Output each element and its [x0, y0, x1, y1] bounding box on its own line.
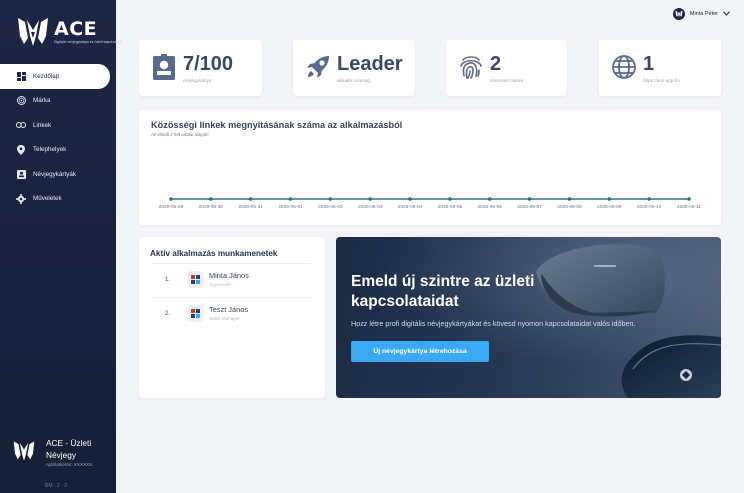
stat-value: 1	[643, 53, 655, 75]
chart-title: Közösségi linkek megnyitásának száma az …	[151, 120, 403, 130]
user-menu[interactable]: Minta Péter	[672, 8, 730, 20]
x-tick-label: 2026-06-11	[677, 204, 702, 210]
sidebar-item-telephelyek[interactable]: Telephelyek	[0, 138, 116, 163]
x-tick-label: 2026-05-31	[238, 204, 263, 210]
map-pin-icon	[16, 144, 26, 155]
stat-value: 2	[490, 53, 502, 75]
stat-label: https://ace-app.hu	[643, 78, 680, 83]
palette-icon	[16, 96, 26, 106]
chart-subtitle: Az elmúlt 2 hét adatai alapján	[151, 132, 209, 137]
x-tick-label: 2026-06-07	[517, 204, 542, 210]
stat-label: aktuális csomag	[337, 78, 370, 83]
globe-icon	[611, 54, 637, 80]
ace-logo-icon	[13, 441, 35, 461]
stat-card-cards[interactable]: 7/100 névjegykártya	[139, 40, 262, 96]
app-logo[interactable]: ACE Digitális névjegykártya és üzleti ka…	[16, 16, 122, 48]
chart-point[interactable]	[209, 197, 213, 201]
divider	[151, 297, 311, 298]
user-name: Minta Péter	[689, 11, 718, 17]
stat-card-domains[interactable]: 1 https://ace-app.hu	[599, 40, 721, 96]
active-sessions-card: Aktív alkalmazás munkamenetek 1. Minta J…	[139, 237, 325, 398]
session-row[interactable]: 2. Teszt János Sales Manager	[151, 300, 311, 330]
sidebar-item-kezdolap[interactable]: Kezdőlap	[0, 64, 110, 89]
brand-name: ACE - Üzleti Névjegy	[46, 438, 92, 460]
create-card-button[interactable]: Új névjegykártya létrehozása	[351, 341, 489, 362]
session-user-role: Sales Manager	[209, 316, 240, 321]
fingerprint-icon	[458, 54, 484, 80]
dashboard-icon	[16, 71, 26, 81]
x-tick-label: 2026-06-09	[597, 204, 622, 210]
sidebar-item-linkek[interactable]: Linkek	[0, 113, 116, 138]
chart-point[interactable]	[687, 197, 691, 201]
app-grid-icon	[187, 305, 204, 322]
x-tick-label: 2026-06-08	[557, 204, 582, 210]
link-icon	[16, 120, 26, 130]
social-links-chart-card: 2026-05-29 2026-05-30 2026-05-31 2026-06-01…	[139, 110, 721, 225]
sidebar-item-nevjegykartyak[interactable]: Névjegykártyák	[0, 162, 116, 187]
x-tick-label: 2026-06-10	[637, 204, 662, 210]
nfc-device-illustration	[336, 237, 721, 398]
chart-point[interactable]	[328, 197, 333, 201]
ace-logo-icon	[18, 18, 48, 46]
session-user-name: Minta János	[209, 271, 249, 280]
x-tick-label: 2026-05-30	[199, 204, 224, 210]
x-tick-label: 2026-06-04	[398, 204, 423, 210]
chevron-down-icon	[723, 10, 730, 18]
chart-point[interactable]	[169, 197, 173, 201]
logo-tagline: Digitális névjegykártya és üzleti kapcso…	[54, 40, 123, 44]
sidebar-item-label: Kezdőlap	[33, 72, 60, 80]
app-grid-icon	[187, 271, 204, 288]
sessions-title: Aktív alkalmazás munkamenetek	[150, 249, 278, 258]
chart-point[interactable]	[368, 197, 373, 201]
stat-label: névjegykártya	[183, 78, 212, 83]
session-row[interactable]: 1. Minta János Ügyvezető	[151, 266, 311, 296]
promo-description: Hozz létre profi digitális névjegykártyá…	[351, 319, 636, 328]
sidebar-item-marka[interactable]: Márka	[0, 89, 116, 114]
avatar	[672, 8, 685, 20]
logo-wordmark: ACE	[54, 18, 98, 40]
stat-value: Leader	[337, 53, 403, 75]
stat-card-brands[interactable]: 2 elmentett márka	[446, 40, 567, 96]
sidebar-item-label: Linkek	[33, 121, 52, 129]
sidebar-nav: Kezdőlap Márka Linkek Telephelyek Névjeg…	[0, 64, 116, 211]
chart-point[interactable]	[487, 197, 492, 201]
chart-point[interactable]	[647, 197, 651, 201]
x-tick-label: 2026-06-03	[358, 204, 383, 210]
gear-icon	[16, 193, 26, 204]
divider	[151, 263, 311, 264]
sidebar-item-label: Műveletek	[33, 195, 62, 203]
stat-label: elmentett márka	[490, 78, 523, 83]
chart-point[interactable]	[527, 197, 532, 201]
chart-point[interactable]	[288, 197, 293, 201]
sidebar-item-muveletek[interactable]: Műveletek	[0, 187, 116, 212]
stat-card-plan[interactable]: Leader aktuális csomag	[293, 40, 415, 96]
x-tick-label: 2026-05-29	[159, 204, 184, 210]
contact-card-icon	[16, 169, 26, 180]
session-index: 2.	[165, 311, 171, 317]
sidebar-item-label: Márka	[33, 97, 51, 105]
promo-title: Emeld új szintre az üzleti kapcsolataida…	[351, 273, 535, 310]
x-tick-label: 2026-06-05	[438, 204, 463, 210]
app-version: BM · 2 · 3	[45, 483, 67, 489]
brand-subtitle: Ajánlatkérés: XXXXXX	[46, 462, 93, 467]
chart-point[interactable]	[567, 197, 572, 201]
stat-value: 7/100	[183, 53, 234, 75]
chart-point[interactable]	[607, 197, 612, 201]
sidebar-item-label: Névjegykártyák	[33, 170, 77, 178]
session-user-role: Ügyvezető	[209, 282, 231, 287]
x-tick-label: 2026-06-01	[278, 204, 303, 210]
chart-point[interactable]	[448, 197, 452, 201]
promo-banner: Emeld új szintre az üzleti kapcsolataida…	[336, 237, 721, 398]
contact-card-icon	[151, 54, 177, 80]
session-user-name: Teszt János	[209, 305, 249, 314]
sidebar-item-label: Telephelyek	[33, 146, 67, 154]
x-tick-label: 2026-06-06	[477, 204, 502, 210]
sidebar: ACE Digitális névjegykártya és üzleti ka…	[0, 0, 122, 493]
chart-point[interactable]	[248, 197, 253, 201]
x-tick-label: 2026-06-02	[318, 204, 343, 210]
session-index: 1.	[165, 277, 171, 283]
chart-point[interactable]	[408, 197, 412, 201]
rocket-icon	[305, 54, 331, 80]
